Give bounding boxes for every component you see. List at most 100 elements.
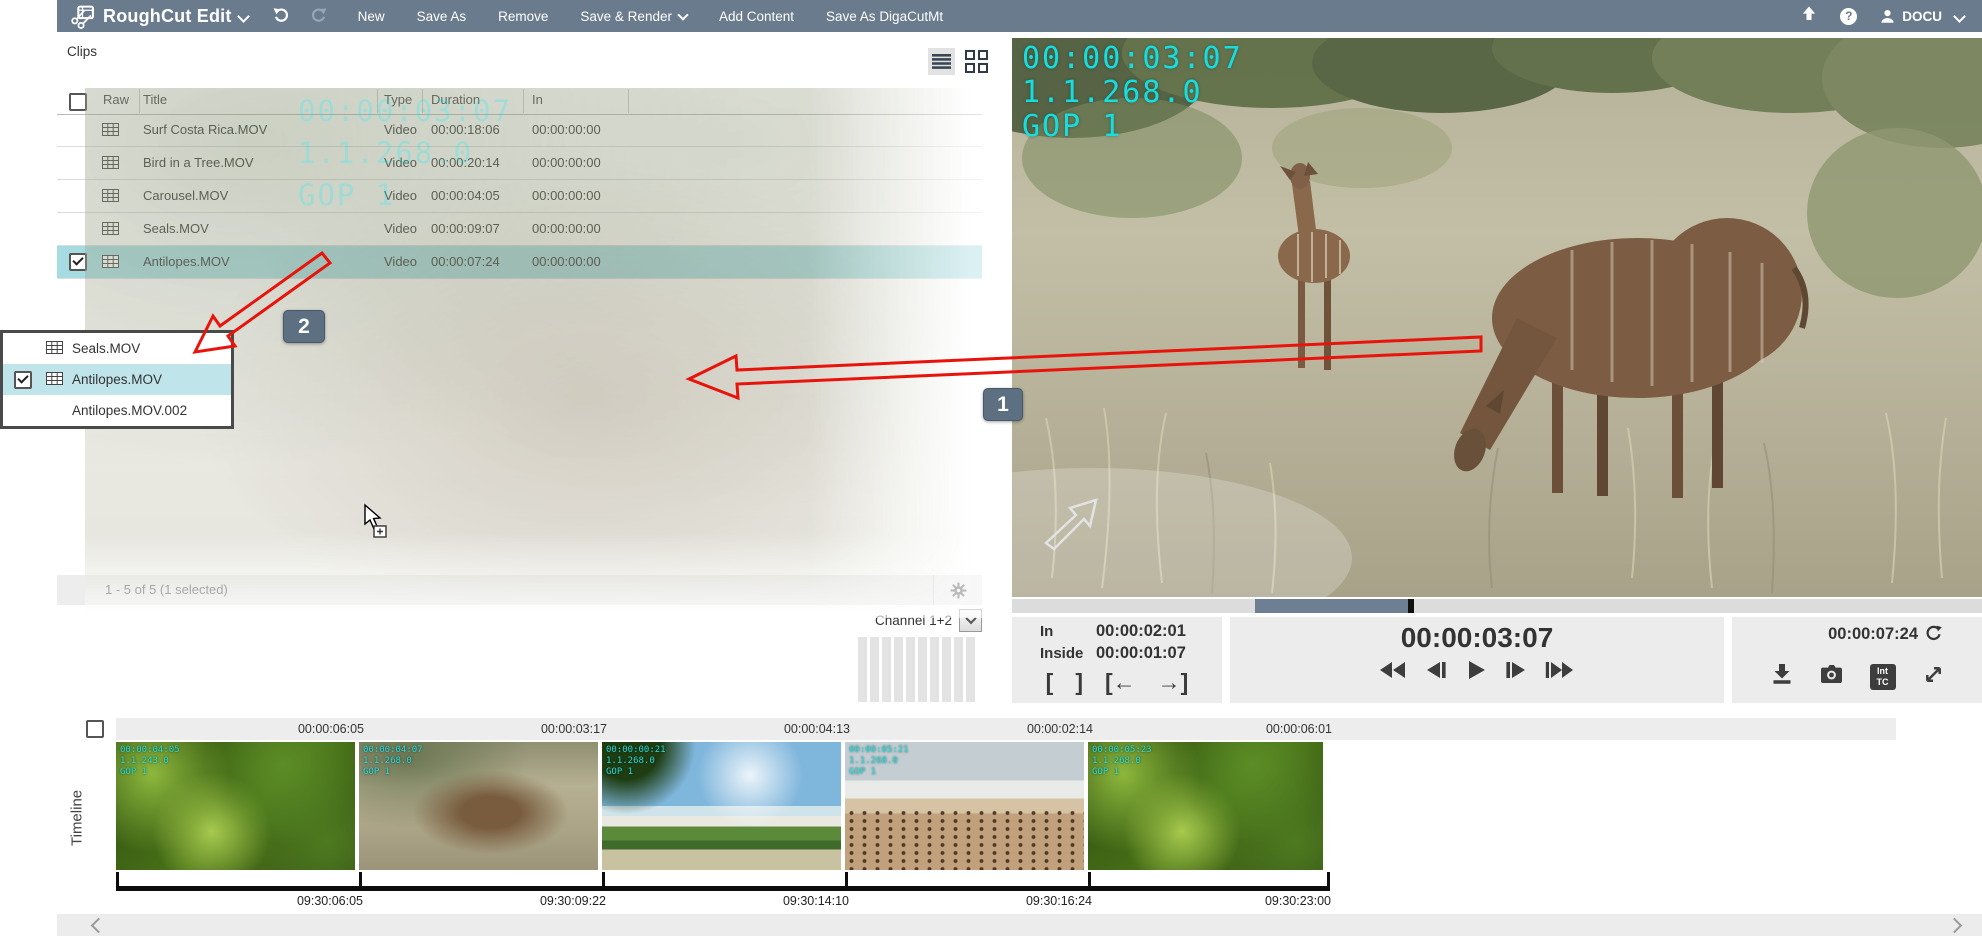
column-header-duration[interactable]: Duration [431, 92, 480, 107]
current-timecode: 00:00:03:07 [1230, 622, 1724, 654]
help-icon[interactable]: ? [1840, 8, 1857, 25]
clip-title: Carousel.MOV [143, 180, 228, 212]
thumbnail-timecode-overlay: 00:00:04:07 1.1.268.0 GOP 1 [363, 745, 423, 778]
upload-icon[interactable] [1800, 5, 1818, 27]
raw-clip-icon [46, 372, 63, 388]
clip-type: Video [384, 213, 417, 245]
raw-clip-icon [102, 189, 119, 205]
clips-status-bar: 1 - 5 of 5 (1 selected) [57, 575, 982, 605]
fullscreen-icon[interactable] [1923, 664, 1944, 690]
raw-clip-icon [102, 156, 119, 172]
audio-meter-bar [966, 637, 975, 702]
audio-meter-bar [930, 637, 939, 702]
table-row[interactable]: Surf Costa Rica.MOV Video 00:00:18:06 00… [57, 114, 982, 147]
fast-forward-button[interactable] [1545, 660, 1575, 680]
timeline-clip-thumbnail[interactable]: 00:00:05:23 1.1.268.0 GOP 1 [1088, 742, 1323, 870]
timeline-clip-thumbnail[interactable]: 00:00:04:07 1.1.268.0 GOP 1 [359, 742, 598, 870]
audio-meter-bar [942, 637, 951, 702]
toolbar-item-add-content[interactable]: Add Content [719, 9, 794, 24]
column-header-raw[interactable]: Raw [103, 92, 129, 107]
mark-out-button[interactable]: ] [1075, 669, 1083, 695]
annotation-badge-1: 1 [983, 388, 1023, 421]
play-button[interactable] [1466, 660, 1486, 680]
playhead[interactable] [1408, 599, 1414, 613]
undo-icon[interactable] [272, 5, 290, 28]
goto-out-button[interactable]: →] [1158, 669, 1189, 695]
goto-in-button[interactable]: [← [1105, 669, 1136, 695]
menu-item-label: Seals.MOV [72, 341, 140, 356]
table-row[interactable]: Carousel.MOV Video 00:00:04:05 00:00:00:… [57, 180, 982, 213]
timeline-ruler [116, 886, 1330, 891]
chevron-down-icon [965, 613, 976, 624]
frame-back-button[interactable] [1426, 660, 1447, 680]
timeline-track: 00:00:04:05 1.1.243.0 GOP 1 00:00:04:07 1… [0, 742, 1982, 870]
context-menu-item[interactable]: Antilopes.MOV [3, 364, 231, 395]
inside-value: 00:00:01:07 [1096, 644, 1186, 663]
timeline-scrollbar[interactable] [57, 914, 1982, 936]
clip-title: Surf Costa Rica.MOV [143, 114, 267, 146]
timeline-ruler-label: 09:30:14:10 [699, 894, 849, 908]
toolbar-item-label: Remove [498, 9, 548, 24]
clip-type: Video [384, 180, 417, 212]
scrub-bar[interactable] [1012, 599, 1982, 613]
clip-type: Video [384, 246, 417, 278]
menu-item-checkbox[interactable] [14, 371, 32, 389]
chevron-down-icon[interactable] [237, 10, 250, 23]
rewind-button[interactable] [1380, 660, 1407, 680]
player-tools-panel: 00:00:07:24 Int TC [1732, 617, 1982, 703]
top-toolbar: RoughCut Edit New Save As Remove Save & … [57, 0, 1982, 32]
gear-icon[interactable] [933, 575, 982, 605]
timeline-ruler-label: 09:30:09:22 [456, 894, 606, 908]
select-all-checkbox[interactable] [69, 93, 87, 111]
column-header-in[interactable]: In [532, 92, 543, 107]
toolbar-item-save-as-digacutmt[interactable]: Save As DigaCutMt [826, 9, 943, 24]
context-menu-item[interactable]: Antilopes.MOV.002 [3, 395, 231, 426]
row-checkbox[interactable] [69, 253, 87, 271]
menu-item-label: Antilopes.MOV.002 [72, 403, 187, 418]
audio-meter-bar [870, 637, 879, 702]
refresh-icon[interactable] [1925, 625, 1942, 647]
channel-select[interactable] [959, 609, 982, 632]
app-logo-icon [70, 4, 95, 29]
timeline-clip-thumbnail[interactable]: 00:00:05:21 1.1.268.0 GOP 1 [845, 742, 1084, 870]
thumbnail-timecode-overlay: 00:00:04:05 1.1.243.0 GOP 1 [120, 745, 180, 778]
table-row[interactable]: Bird in a Tree.MOV Video 00:00:20:14 00:… [57, 147, 982, 180]
scroll-right-icon[interactable] [1947, 918, 1963, 934]
toolbar-item-label: Save As [417, 9, 467, 24]
toolbar-item-save-as[interactable]: Save As [417, 9, 467, 24]
download-icon[interactable] [1771, 663, 1793, 690]
menu-item-label: Antilopes.MOV [72, 372, 162, 387]
toolbar-item-save-render[interactable]: Save & Render [580, 9, 687, 24]
column-header-type[interactable]: Type [384, 92, 412, 107]
timeline-durations-row: 00:00:06:0500:00:03:1700:00:04:1300:00:0… [0, 718, 1982, 740]
view-toggles [928, 48, 990, 75]
timeline-ruler-tick [116, 872, 119, 891]
user-menu[interactable]: DOCU [1879, 8, 1964, 25]
timeline-clip-thumbnail[interactable]: 00:00:00:21 1.1.268.0 GOP 1 [602, 742, 841, 870]
user-label: DOCU [1902, 9, 1942, 24]
timeline-clip-thumbnail[interactable]: 00:00:04:05 1.1.243.0 GOP 1 [116, 742, 355, 870]
timeline-ruler-label: 09:30:06:05 [213, 894, 363, 908]
toolbar-item-remove[interactable]: Remove [498, 9, 548, 24]
int-tc-icon[interactable]: Int TC [1870, 664, 1896, 690]
in-value: 00:00:02:01 [1096, 622, 1186, 641]
context-menu-item[interactable]: Seals.MOV [3, 333, 231, 364]
mark-in-button[interactable]: [ [1046, 669, 1054, 695]
grid-view-icon[interactable] [963, 48, 990, 75]
toolbar-item-new[interactable]: New [358, 9, 385, 24]
table-row[interactable]: Seals.MOV Video 00:00:09:07 00:00:00:00 [57, 213, 982, 246]
redo-icon[interactable] [310, 5, 328, 28]
clip-in: 00:00:00:00 [532, 213, 601, 245]
table-row[interactable]: Antilopes.MOV Video 00:00:07:24 00:00:00… [57, 246, 982, 279]
clip-in: 00:00:00:00 [532, 246, 601, 278]
timeline-clip-duration: 00:00:04:13 [700, 722, 850, 736]
column-header-title[interactable]: Title [143, 92, 167, 107]
drag-cursor [365, 505, 386, 537]
audio-meter-bar [954, 637, 963, 702]
frame-forward-button[interactable] [1505, 660, 1526, 680]
timeline-clip-duration: 00:00:06:01 [1182, 722, 1332, 736]
clip-duration: 00:00:20:14 [431, 147, 500, 179]
scroll-left-icon[interactable] [91, 918, 107, 934]
list-view-icon[interactable] [928, 48, 955, 75]
camera-snapshot-icon[interactable] [1820, 664, 1843, 689]
